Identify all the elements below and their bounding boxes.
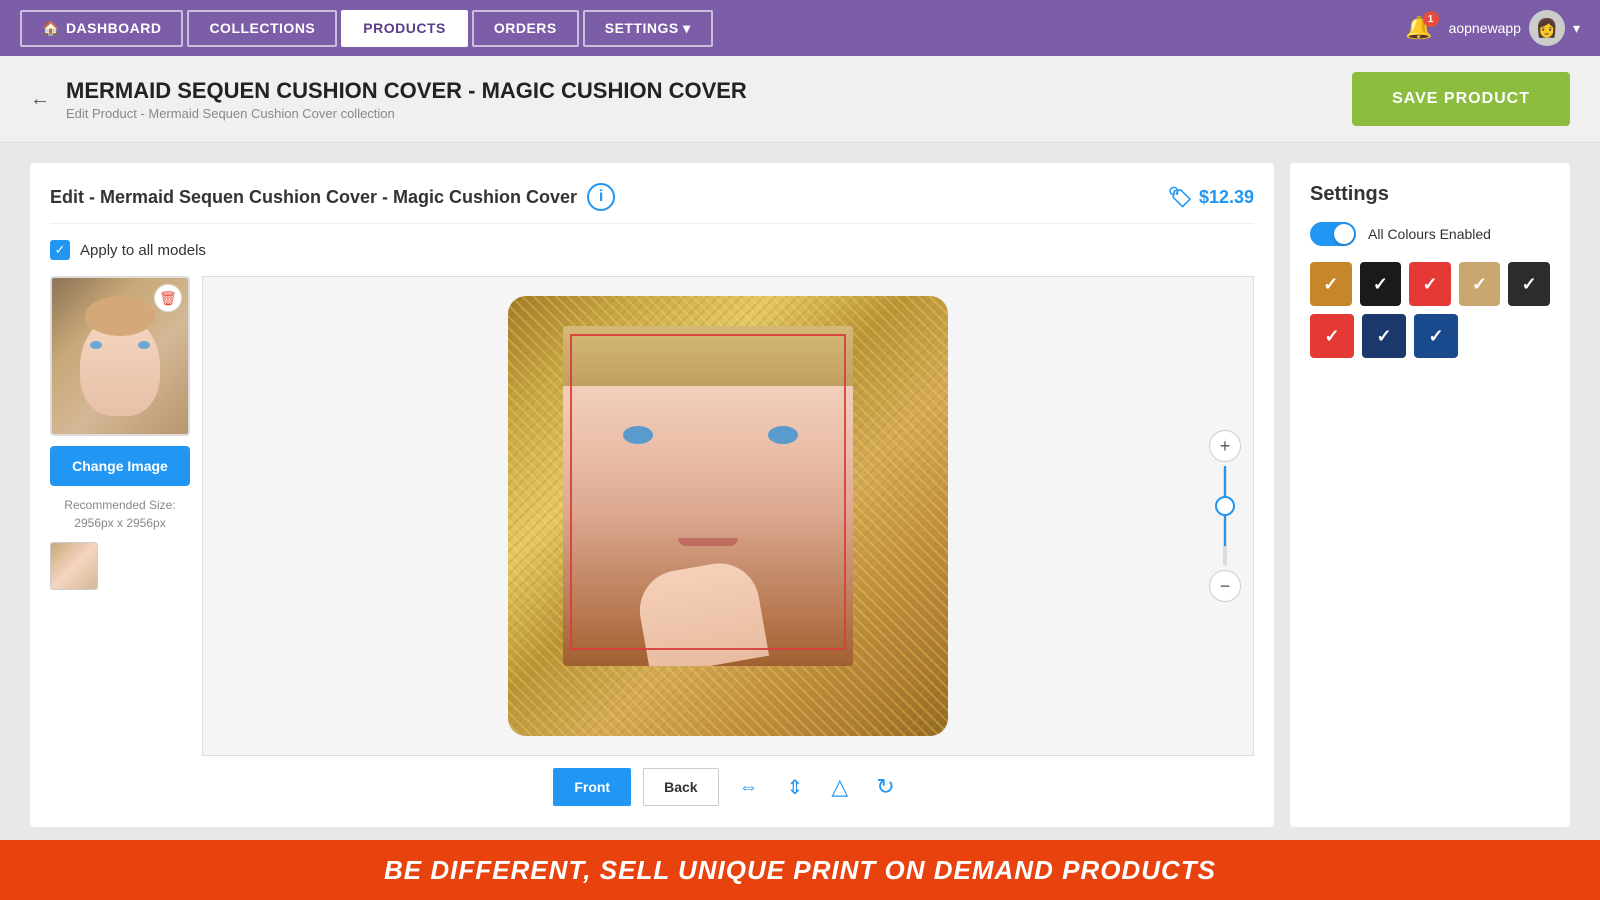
zoom-out-button[interactable]: − [1209,570,1241,602]
color-swatch-red2[interactable]: ✓ [1310,314,1354,358]
check-navy2: ✓ [1428,326,1443,347]
color-swatch-gold[interactable]: ✓ [1310,262,1352,306]
user-menu[interactable]: aopnewapp 👩 ▾ [1449,10,1580,46]
change-image-button[interactable]: Change Image [50,446,190,486]
price-value: $12.39 [1199,187,1254,208]
page-title: MERMAID SEQUEN CUSHION COVER - MAGIC CUS… [66,78,747,104]
check-tan: ✓ [1472,274,1487,295]
zoom-in-button[interactable]: + [1209,430,1241,462]
settings-panel: Settings All Colours Enabled ✓ ✓ ✓ ✓ ✓ [1290,163,1570,827]
front-tab-button[interactable]: Front [553,768,631,806]
editor-area: 🗑 Change Image Recommended Size: 2956px … [50,276,1254,808]
chevron-down-icon: ▾ [1573,20,1580,37]
color-swatch-navy2[interactable]: ✓ [1414,314,1458,358]
breadcrumb-left: ← MERMAID SEQUEN CUSHION COVER - MAGIC C… [30,78,747,121]
rotate-button[interactable]: ↻ [868,766,902,808]
canvas-toolbar: Front Back ⇔ ⇕ △ ↻ [202,766,1254,808]
image-sidebar: 🗑 Change Image Recommended Size: 2956px … [50,276,190,808]
nav-dashboard[interactable]: 🏠 DASHBOARD [20,10,183,47]
nav-settings[interactable]: SETTINGS ▾ [583,10,713,47]
color-swatch-red[interactable]: ✓ [1409,262,1451,306]
check-red2: ✓ [1324,326,1339,347]
rotate-icon: ↻ [876,774,894,799]
apply-all-row: ✓ Apply to all models [50,240,1254,260]
price-tag-icon: 🏷 [1168,185,1193,210]
notification-bell[interactable]: 🔔 1 [1405,15,1432,41]
page-subtitle: Edit Product - Mermaid Sequen Cushion Co… [66,106,747,121]
flip-button[interactable]: △ [823,766,856,808]
zoom-controls: + − [1209,430,1241,602]
check-gold: ✓ [1323,274,1338,295]
top-navigation: 🏠 DASHBOARD COLLECTIONS PRODUCTS ORDERS … [0,0,1600,56]
recommended-size: Recommended Size: 2956px x 2956px [50,496,190,532]
toggle-thumb [1334,224,1354,244]
check-dark: ✓ [1522,274,1537,295]
align-horizontal-button[interactable]: ⇔ [731,768,767,807]
check-black: ✓ [1373,274,1388,295]
banner-text: BE DIFFERENT, SELL UNIQUE PRINT ON DEMAN… [384,855,1216,886]
color-swatch-dark[interactable]: ✓ [1508,262,1550,306]
nav-right: 🔔 1 aopnewapp 👩 ▾ [1405,10,1580,46]
check-red: ✓ [1422,274,1437,295]
avatar: 👩 [1529,10,1565,46]
apply-all-checkbox[interactable]: ✓ [50,240,70,260]
back-button[interactable]: ← [30,88,50,111]
apply-all-label: Apply to all models [80,242,206,259]
info-icon[interactable]: i [587,183,615,211]
nav-orders[interactable]: ORDERS [472,10,579,47]
editor-header: Edit - Mermaid Sequen Cushion Cover - Ma… [50,183,1254,224]
all-colours-toggle[interactable] [1310,222,1356,246]
breadcrumb-bar: ← MERMAID SEQUEN CUSHION COVER - MAGIC C… [0,56,1600,143]
save-product-button[interactable]: SAVE PRODUCT [1352,72,1570,126]
check-navy: ✓ [1376,326,1391,347]
color-swatch-black[interactable]: ✓ [1360,262,1402,306]
canvas-area: + − Front Back ⇔ [202,276,1254,808]
delete-thumbnail-button[interactable]: 🗑 [154,284,182,312]
small-thumbnail[interactable] [50,542,98,590]
zoom-slider[interactable] [1223,466,1227,566]
breadcrumb-info: MERMAID SEQUEN CUSHION COVER - MAGIC CUS… [66,78,747,121]
notification-badge: 1 [1423,11,1439,27]
editor-title: Edit - Mermaid Sequen Cushion Cover - Ma… [50,187,577,208]
main-thumbnail: 🗑 [50,276,190,436]
home-icon: 🏠 [42,20,60,37]
color-row-1: ✓ ✓ ✓ ✓ ✓ [1310,262,1550,306]
all-colours-toggle-row: All Colours Enabled [1310,222,1550,246]
align-vertical-button[interactable]: ⇕ [779,767,812,808]
canvas-wrapper[interactable]: + − [202,276,1254,756]
nav-products[interactable]: PRODUCTS [341,10,468,47]
flip-icon: △ [831,774,848,799]
main-content: Edit - Mermaid Sequen Cushion Cover - Ma… [0,143,1600,847]
color-swatch-navy[interactable]: ✓ [1362,314,1406,358]
back-tab-button[interactable]: Back [643,768,718,806]
bottom-banner: BE DIFFERENT, SELL UNIQUE PRINT ON DEMAN… [0,840,1600,900]
price-display: 🏷 $12.39 [1168,185,1254,210]
color-swatch-tan[interactable]: ✓ [1459,262,1501,306]
nav-collections[interactable]: COLLECTIONS [187,10,337,47]
nav-items: 🏠 DASHBOARD COLLECTIONS PRODUCTS ORDERS … [20,10,1405,47]
editor-panel: Edit - Mermaid Sequen Cushion Cover - Ma… [30,163,1274,827]
all-colours-label: All Colours Enabled [1368,226,1491,242]
username-label: aopnewapp [1449,20,1521,36]
settings-title: Settings [1310,183,1550,206]
align-horizontal-icon: ⇔ [739,776,759,798]
align-vertical-icon: ⇕ [787,777,804,799]
color-row-2: ✓ ✓ ✓ [1310,314,1550,358]
